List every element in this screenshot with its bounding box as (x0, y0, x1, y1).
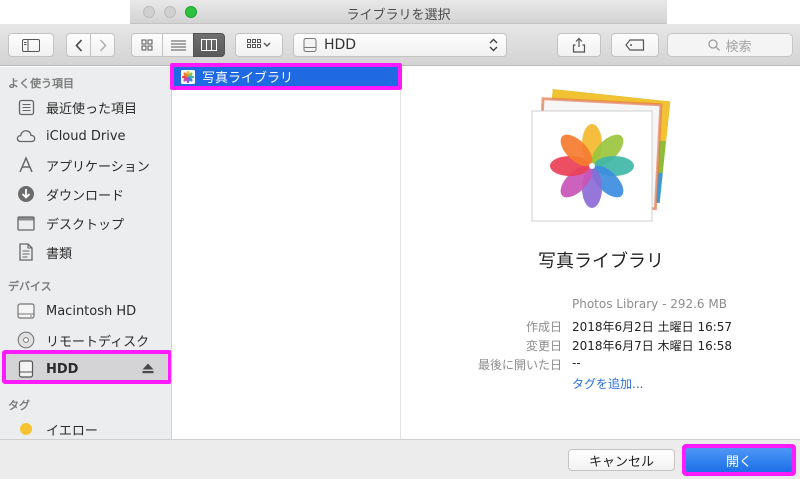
meta-key-created: 作成日 (525, 320, 562, 334)
sidebar-item-label: HDD (46, 361, 79, 377)
photos-library-icon (181, 69, 195, 84)
sidebar-item-label: ダウンロード (46, 188, 125, 204)
column-view-button[interactable] (193, 33, 225, 57)
preview-pane: 写真ライブラリ Photos Library - 292.6 MB 作成日 20… (402, 67, 800, 439)
list-view-button[interactable] (162, 33, 194, 57)
cloud-icon (16, 126, 36, 146)
sidebar-item-desktop[interactable]: デスクトップ (16, 210, 124, 236)
sidebar-item-label: アプリケーション (46, 159, 150, 175)
sidebar-item-tag-yellow[interactable]: イエロー (16, 416, 98, 439)
sidebar-item-label: デスクトップ (46, 217, 125, 233)
edit-tags-button[interactable] (611, 33, 659, 57)
sidebar-item-documents[interactable]: 書類 (16, 239, 72, 265)
share-button[interactable] (557, 33, 601, 57)
icon-view-button[interactable] (131, 33, 163, 57)
sidebar-item-hdd[interactable]: HDD (16, 356, 78, 382)
file-row-label: 写真ライブラリ (202, 71, 294, 86)
open-button-highlight: 開く (682, 444, 796, 476)
meta-key-modified: 変更日 (525, 339, 562, 353)
tag-icon (625, 39, 645, 51)
cancel-button[interactable]: キャンセル (568, 449, 675, 471)
title-bar: ライブラリを選択 (130, 0, 667, 24)
list-icon (170, 40, 186, 50)
group-by-button[interactable] (235, 33, 283, 57)
photos-library-large-icon (531, 89, 671, 222)
search-placeholder: 検索 (725, 39, 752, 55)
documents-icon (16, 242, 36, 262)
external-drive-icon (16, 359, 36, 379)
sidebar-item-label: イエロー (46, 423, 98, 439)
sidebar-item-label: 書類 (46, 246, 73, 262)
chevron-right-icon (99, 38, 107, 52)
downloads-icon (16, 184, 36, 204)
sidebar: よく使う項目 最近使った項目 iCloud Drive アプリケーション ダウン… (0, 67, 172, 439)
grid-icon (141, 39, 153, 51)
toolbar: HDD 検索 (0, 24, 800, 66)
sidebar-header-favorites: よく使う項目 (8, 77, 74, 90)
chevron-left-icon (74, 38, 82, 52)
sidebar-item-label: リモートディスク (46, 334, 150, 350)
bottom-bar: キャンセル 開く (0, 439, 800, 479)
eject-icon (142, 363, 154, 374)
applications-icon (16, 155, 36, 175)
sidebar-header-tags: タグ (8, 399, 30, 412)
group-icon (247, 39, 271, 48)
sidebar-item-label: iCloud Drive (46, 128, 126, 144)
sidebar-item-downloads[interactable]: ダウンロード (16, 181, 124, 207)
columns-icon (201, 39, 217, 51)
location-label: HDD (324, 37, 357, 53)
recents-icon (16, 97, 36, 117)
file-row-photos-library[interactable]: 写真ライブラリ (170, 63, 402, 90)
sidebar-icon (22, 38, 40, 52)
updown-chevron-icon (489, 38, 498, 52)
sidebar-item-recents[interactable]: 最近使った項目 (16, 94, 137, 120)
sidebar-item-applications[interactable]: アプリケーション (16, 152, 150, 178)
meta-value-last-opened: -- (572, 356, 581, 370)
file-column: 写真ライブラリ (170, 63, 402, 439)
desktop-icon (16, 213, 36, 233)
yellow-tag-dot-icon (16, 419, 36, 439)
hard-drive-icon (16, 301, 36, 321)
location-popup[interactable]: HDD (293, 33, 507, 57)
forward-button[interactable] (90, 33, 115, 57)
window-title: ライブラリを選択 (346, 8, 451, 23)
sidebar-toggle-button[interactable] (8, 33, 54, 57)
meta-value-created: 2018年6月2日 土曜日 16:57 (572, 320, 733, 334)
back-button[interactable] (66, 33, 91, 57)
search-icon (708, 39, 721, 51)
remote-disc-icon (16, 330, 36, 350)
preview-kind-size: Photos Library - 292.6 MB (572, 297, 727, 311)
sidebar-item-label: 最近使った項目 (46, 101, 138, 117)
search-field[interactable]: 検索 (667, 33, 793, 57)
add-tags-link[interactable]: タグを追加... (572, 375, 643, 392)
meta-value-modified: 2018年6月7日 木曜日 16:58 (572, 339, 733, 353)
meta-key-last-opened: 最後に開いた日 (477, 358, 562, 372)
open-button[interactable]: 開く (686, 448, 792, 472)
external-drive-icon (303, 38, 317, 52)
sidebar-item-macintosh-hd[interactable]: Macintosh HD (16, 298, 136, 324)
preview-title: 写真ライブラリ (538, 251, 664, 272)
sidebar-item-icloud-drive[interactable]: iCloud Drive (16, 123, 126, 149)
eject-button[interactable] (142, 363, 154, 378)
sidebar-item-label: Macintosh HD (46, 303, 137, 319)
share-icon (572, 37, 586, 53)
sidebar-header-devices: デバイス (8, 280, 52, 293)
